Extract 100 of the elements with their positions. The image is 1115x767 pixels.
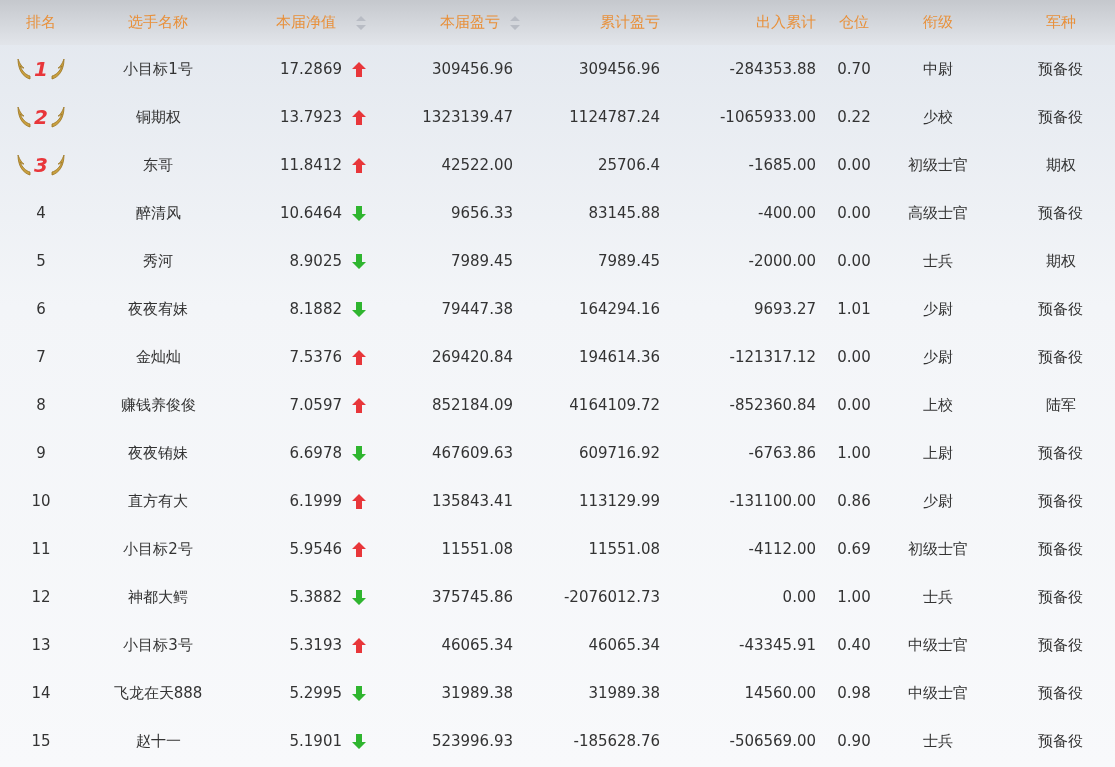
service-branch: 预备役 — [1038, 539, 1083, 559]
player-name: 神都大鳄 — [128, 587, 188, 607]
cash-flow: -131100.00 — [729, 492, 816, 510]
cash-flow: -43345.91 — [739, 636, 816, 654]
position-ratio: 0.70 — [837, 60, 871, 78]
net-value: 8.1882 — [289, 300, 342, 318]
player-name: 小目标2号 — [123, 539, 193, 559]
total-profit: 25706.4 — [597, 156, 660, 174]
net-value: 11.8412 — [279, 156, 342, 174]
rank-number: 15 — [31, 732, 51, 750]
net-value: 5.3882 — [289, 588, 342, 606]
total-profit: 1124787.24 — [569, 108, 660, 126]
service-branch: 预备役 — [1038, 59, 1083, 79]
wing-icon — [50, 58, 65, 80]
net-value: 5.9546 — [289, 540, 342, 558]
rank-title: 士兵 — [922, 587, 953, 607]
period-profit: 9656.33 — [450, 204, 513, 222]
player-name: 夜夜铕妹 — [128, 443, 188, 463]
total-profit: 31989.38 — [588, 684, 660, 702]
service-branch: 预备役 — [1038, 107, 1083, 127]
rank-number: 6 — [36, 300, 46, 318]
wing-icon — [17, 58, 32, 80]
rank-title: 少尉 — [922, 299, 953, 319]
total-profit: 46065.34 — [588, 636, 660, 654]
period-profit: 269420.84 — [431, 348, 513, 366]
cash-flow: -2000.00 — [748, 252, 816, 270]
cash-flow: -284353.88 — [729, 60, 816, 78]
player-name: 铜期权 — [135, 107, 181, 127]
position-ratio: 0.00 — [837, 348, 871, 366]
period-profit: 11551.08 — [441, 540, 513, 558]
cash-flow: 9693.27 — [753, 300, 816, 318]
rank-title: 初级士官 — [907, 539, 968, 559]
total-profit: 4164109.72 — [569, 396, 660, 414]
position-ratio: 0.22 — [837, 108, 871, 126]
position-ratio: 0.00 — [837, 156, 871, 174]
total-profit: 309456.96 — [578, 60, 660, 78]
total-profit: 113129.99 — [578, 492, 660, 510]
period-profit: 79447.38 — [441, 300, 513, 318]
period-profit: 135843.41 — [431, 492, 513, 510]
sort-icon[interactable] — [356, 15, 366, 30]
cash-flow: 14560.00 — [744, 684, 816, 702]
service-branch: 期权 — [1045, 251, 1076, 271]
period-profit: 31989.38 — [441, 684, 513, 702]
rank-title: 少校 — [922, 107, 953, 127]
service-branch: 预备役 — [1038, 731, 1083, 751]
player-name: 金灿灿 — [135, 347, 181, 367]
service-branch: 预备役 — [1038, 443, 1083, 463]
cash-flow: -1065933.00 — [719, 108, 816, 126]
position-ratio: 0.86 — [837, 492, 871, 510]
period-profit: 42522.00 — [441, 156, 513, 174]
service-branch: 预备役 — [1038, 347, 1083, 367]
total-profit: 83145.88 — [588, 204, 660, 222]
position-ratio: 1.00 — [837, 444, 871, 462]
player-name: 赚钱养俊俊 — [120, 395, 196, 415]
total-profit: 7989.45 — [597, 252, 660, 270]
player-name: 小目标3号 — [123, 635, 193, 655]
service-branch: 期权 — [1045, 155, 1076, 175]
rank-number: 12 — [31, 588, 51, 606]
column-header[interactable]: 本届盈亏 — [440, 13, 500, 32]
cash-flow: -400.00 — [758, 204, 816, 222]
service-branch: 陆军 — [1045, 395, 1076, 415]
cash-flow: 0.00 — [782, 588, 816, 606]
total-profit: 194614.36 — [578, 348, 660, 366]
rank-number: 7 — [36, 348, 46, 366]
rank-title: 初级士官 — [907, 155, 968, 175]
player-name: 东哥 — [143, 155, 173, 175]
cash-flow: -6763.86 — [748, 444, 816, 462]
rank-number: 4 — [36, 204, 46, 222]
service-branch: 预备役 — [1038, 299, 1083, 319]
rank-number: 5 — [36, 252, 46, 270]
net-value: 13.7923 — [279, 108, 342, 126]
sort-icon[interactable] — [510, 15, 520, 30]
rank-number: 11 — [31, 540, 51, 558]
position-ratio: 0.90 — [837, 732, 871, 750]
wing-icon — [50, 106, 65, 128]
column-header: 排名 — [26, 13, 56, 32]
net-value: 10.6464 — [279, 204, 342, 222]
player-name: 飞龙在天888 — [113, 683, 203, 703]
period-profit: 467609.63 — [431, 444, 513, 462]
service-branch: 预备役 — [1038, 491, 1083, 511]
wing-icon — [17, 154, 32, 176]
period-profit: 309456.96 — [431, 60, 513, 78]
column-header: 选手名称 — [128, 13, 188, 32]
rank-number: 1 — [34, 57, 48, 81]
cash-flow: -4112.00 — [748, 540, 816, 558]
column-header[interactable]: 本届净值 — [276, 13, 336, 32]
rank-title: 士兵 — [922, 731, 953, 751]
period-profit: 375745.86 — [431, 588, 513, 606]
period-profit: 1323139.47 — [422, 108, 513, 126]
player-name: 秀河 — [143, 251, 173, 271]
rank-number: 2 — [34, 105, 48, 129]
position-ratio: 0.69 — [837, 540, 871, 558]
net-value: 6.6978 — [289, 444, 342, 462]
period-profit: 46065.34 — [441, 636, 513, 654]
rank-title: 中级士官 — [907, 683, 968, 703]
rank-title: 中尉 — [922, 59, 953, 79]
position-ratio: 1.00 — [837, 588, 871, 606]
total-profit: -185628.76 — [573, 732, 660, 750]
cash-flow: -506569.00 — [729, 732, 816, 750]
player-name: 小目标1号 — [123, 59, 193, 79]
